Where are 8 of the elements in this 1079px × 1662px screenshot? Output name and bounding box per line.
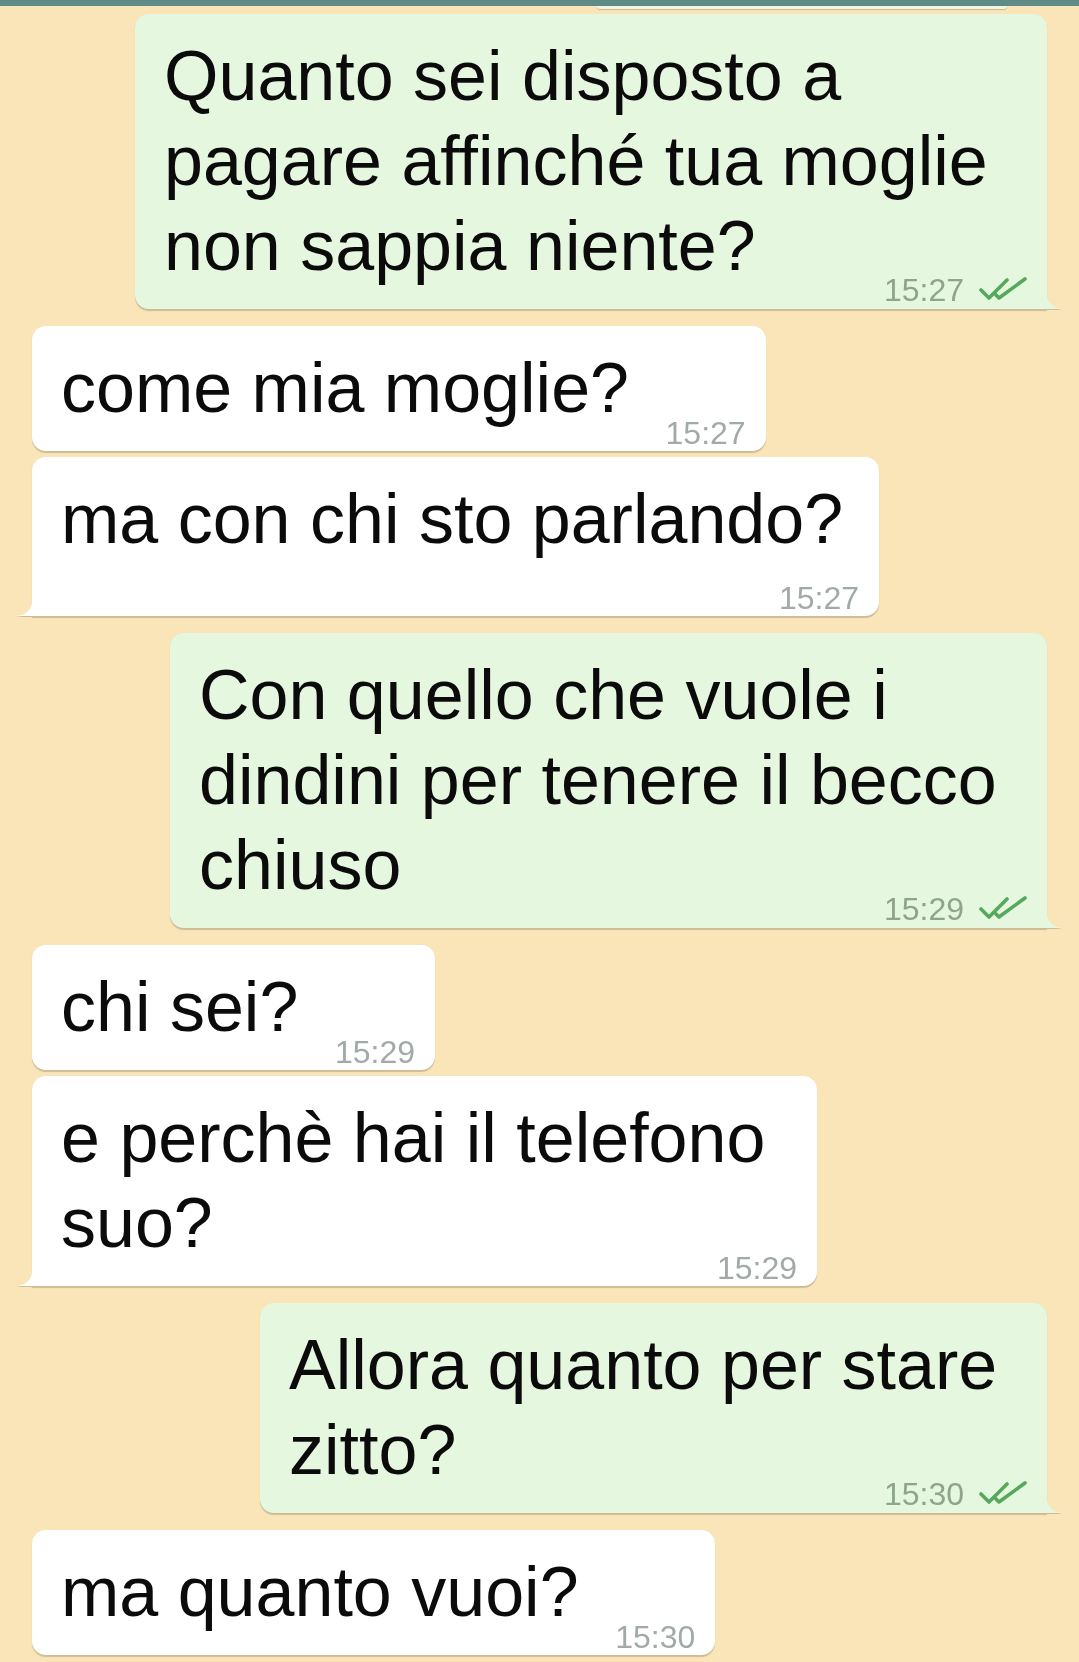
message-time: 15:29 (334, 1040, 415, 1064)
message-text: ma quanto vuoi? (61, 1553, 579, 1631)
message-time: 15:27 (665, 421, 746, 445)
message-text: come mia moglie? (61, 349, 629, 427)
message-time: 15:27 (778, 586, 859, 610)
message-text: chi sei? (61, 968, 299, 1046)
message-text: ma con chi sto parlando? (61, 480, 844, 558)
message-time: 15:30 (615, 1625, 696, 1649)
